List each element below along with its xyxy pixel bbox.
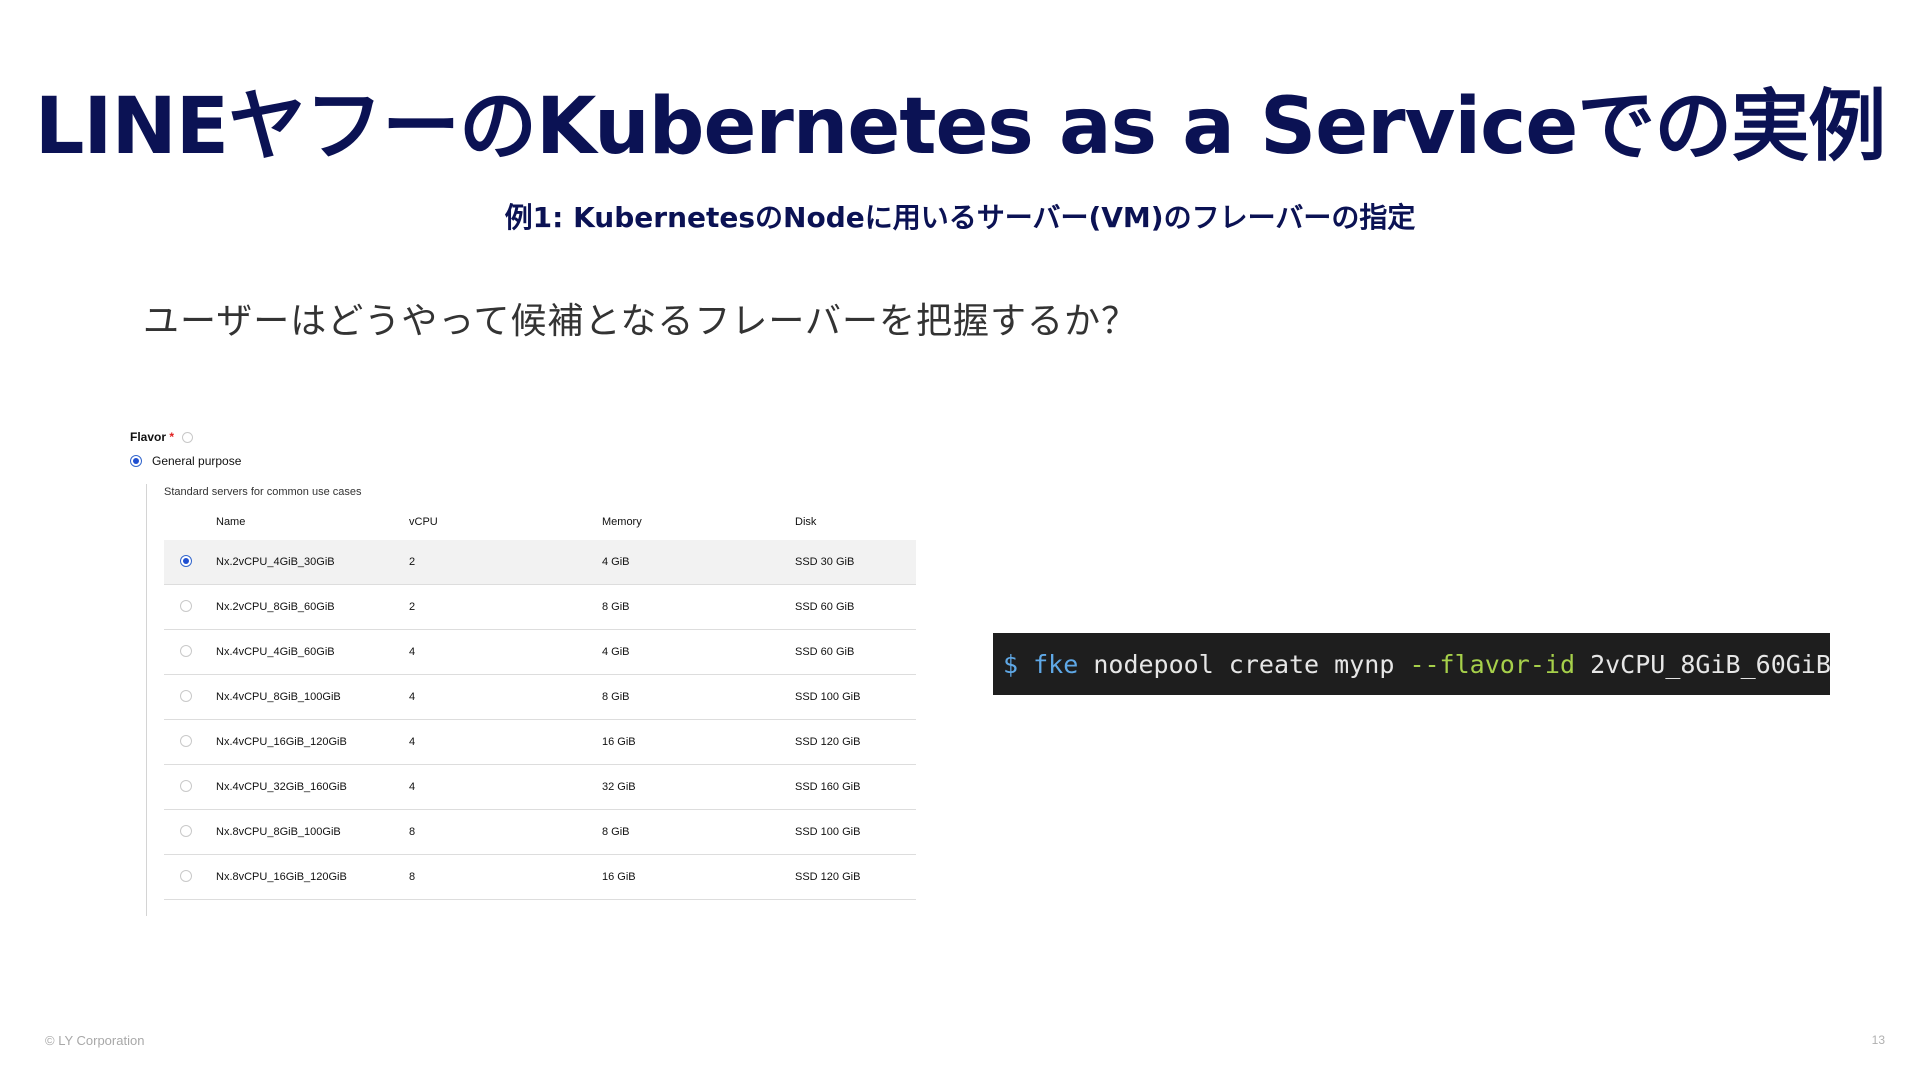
flavor-disk-cell: SSD 30 GiB bbox=[795, 540, 916, 585]
flavor-table: Name vCPU Memory Disk Nx.2vCPU_4GiB_30Gi… bbox=[164, 504, 916, 900]
flavor-vcpu-cell: 2 bbox=[409, 584, 602, 630]
flavor-radio[interactable] bbox=[180, 599, 192, 612]
flavor-name-cell: Nx.8vCPU_8GiB_100GiB bbox=[216, 809, 409, 855]
flavor-name-cell: Nx.4vCPU_32GiB_160GiB bbox=[216, 764, 409, 810]
flavor-name-cell: Nx.8vCPU_16GiB_120GiB bbox=[216, 854, 409, 900]
flavor-radio[interactable] bbox=[180, 824, 192, 837]
flavor-vcpu-cell: 4 bbox=[409, 629, 602, 675]
slide-question: ユーザーはどうやって候補となるフレーバーを把握するか？ bbox=[143, 301, 1139, 342]
row-select-cell bbox=[164, 540, 216, 585]
flavor-disk-cell: SSD 100 GiB bbox=[795, 809, 916, 855]
general-purpose-radio[interactable] bbox=[130, 455, 142, 467]
column-header-select bbox=[164, 504, 216, 540]
terminal-flag: --flavor-id bbox=[1409, 649, 1576, 679]
row-select-cell bbox=[164, 674, 216, 720]
table-row[interactable]: Nx.4vCPU_4GiB_60GiB 4 4 GiB SSD 60 GiB bbox=[164, 629, 916, 675]
table-row[interactable]: Nx.2vCPU_4GiB_30GiB 2 4 GiB SSD 30 GiB bbox=[164, 540, 916, 585]
flavor-label-text: Flavor bbox=[130, 430, 167, 444]
column-header-name: Name bbox=[216, 516, 246, 528]
flavor-picker: Flavor * General purpose Standard server… bbox=[130, 430, 920, 920]
slide-subtitle: 例1: KubernetesのNodeに用いるサーバー(VM)のフレーバーの指定 bbox=[504, 201, 1416, 234]
column-header-memory: Memory bbox=[602, 516, 642, 528]
flavor-memory-cell: 4 GiB bbox=[602, 540, 795, 585]
table-row[interactable]: Nx.8vCPU_8GiB_100GiB 8 8 GiB SSD 100 GiB bbox=[164, 809, 916, 855]
flavor-disk-cell: SSD 120 GiB bbox=[795, 719, 916, 765]
help-icon[interactable] bbox=[182, 432, 194, 444]
flavor-vcpu-cell: 2 bbox=[409, 540, 602, 585]
flavor-disk-cell: SSD 60 GiB bbox=[795, 629, 916, 675]
flavor-disk-cell: SSD 100 GiB bbox=[795, 674, 916, 720]
flavor-radio[interactable] bbox=[180, 554, 192, 567]
flavor-memory-cell: 4 GiB bbox=[602, 629, 795, 675]
flavor-memory-cell: 16 GiB bbox=[602, 854, 795, 900]
table-row[interactable]: Nx.4vCPU_16GiB_120GiB 4 16 GiB SSD 120 GiB bbox=[164, 719, 916, 765]
flavor-list-container: Standard servers for common use cases Na… bbox=[146, 484, 917, 916]
general-purpose-option[interactable]: General purpose bbox=[130, 454, 241, 468]
flavor-disk-cell: SSD 160 GiB bbox=[795, 764, 916, 810]
flavor-name-cell: Nx.4vCPU_8GiB_100GiB bbox=[216, 674, 409, 720]
flavor-radio[interactable] bbox=[180, 644, 192, 657]
flavor-vcpu-cell: 4 bbox=[409, 764, 602, 810]
table-header-row: Name vCPU Memory Disk bbox=[164, 504, 916, 540]
slide: LINEヤフーのKubernetes as a Serviceでの実例 例1: … bbox=[0, 0, 1920, 1080]
table-row[interactable]: Nx.4vCPU_32GiB_160GiB 4 32 GiB SSD 160 GiB bbox=[164, 764, 916, 810]
flavor-memory-cell: 8 GiB bbox=[602, 809, 795, 855]
flavor-name-cell: Nx.2vCPU_4GiB_30GiB bbox=[216, 540, 409, 585]
general-purpose-label: General purpose bbox=[152, 454, 242, 468]
flavor-radio[interactable] bbox=[180, 869, 192, 882]
flavor-disk-cell: SSD 120 GiB bbox=[795, 854, 916, 900]
flavor-vcpu-cell: 4 bbox=[409, 719, 602, 765]
flavor-label: Flavor * bbox=[130, 430, 194, 444]
flavor-radio[interactable] bbox=[180, 734, 192, 747]
flavor-memory-cell: 8 GiB bbox=[602, 584, 795, 630]
required-mark: * bbox=[169, 430, 175, 444]
flavor-vcpu-cell: 4 bbox=[409, 674, 602, 720]
row-select-cell bbox=[164, 629, 216, 675]
category-description: Standard servers for common use cases bbox=[164, 486, 362, 498]
row-select-cell bbox=[164, 584, 216, 630]
table-row[interactable]: Nx.8vCPU_16GiB_120GiB 8 16 GiB SSD 120 GiB bbox=[164, 854, 916, 900]
flavor-vcpu-cell: 8 bbox=[409, 854, 602, 900]
flavor-name-cell: Nx.4vCPU_16GiB_120GiB bbox=[216, 719, 409, 765]
table-row[interactable]: Nx.2vCPU_8GiB_60GiB 2 8 GiB SSD 60 GiB bbox=[164, 584, 916, 630]
column-header-vcpu: vCPU bbox=[409, 516, 438, 528]
flavor-memory-cell: 16 GiB bbox=[602, 719, 795, 765]
row-select-cell bbox=[164, 719, 216, 765]
flavor-radio[interactable] bbox=[180, 779, 192, 792]
flavor-radio[interactable] bbox=[180, 689, 192, 702]
footer-page-number: 13 bbox=[1871, 1033, 1885, 1047]
column-header-disk: Disk bbox=[795, 516, 817, 528]
footer-copyright: © LY Corporation bbox=[45, 1033, 145, 1048]
flavor-memory-cell: 8 GiB bbox=[602, 674, 795, 720]
terminal-args: nodepool create mynp bbox=[1093, 649, 1395, 679]
slide-title: LINEヤフーのKubernetes as a Serviceでの実例 bbox=[34, 82, 1887, 172]
terminal-command: $ fke nodepool create mynp --flavor-id 2… bbox=[993, 633, 1831, 695]
table-row[interactable]: Nx.4vCPU_8GiB_100GiB 4 8 GiB SSD 100 GiB bbox=[164, 674, 916, 720]
terminal-command-name: fke bbox=[1033, 649, 1079, 679]
flavor-disk-cell: SSD 60 GiB bbox=[795, 584, 916, 630]
row-select-cell bbox=[164, 809, 216, 855]
row-select-cell bbox=[164, 854, 216, 900]
flavor-memory-cell: 32 GiB bbox=[602, 764, 795, 810]
terminal-prompt: $ bbox=[1003, 649, 1019, 679]
flavor-name-cell: Nx.2vCPU_8GiB_60GiB bbox=[216, 584, 409, 630]
flavor-vcpu-cell: 8 bbox=[409, 809, 602, 855]
row-select-cell bbox=[164, 764, 216, 810]
terminal-flag-value: 2vCPU_8GiB_60GiB bbox=[1590, 649, 1831, 679]
flavor-name-cell: Nx.4vCPU_4GiB_60GiB bbox=[216, 629, 409, 675]
